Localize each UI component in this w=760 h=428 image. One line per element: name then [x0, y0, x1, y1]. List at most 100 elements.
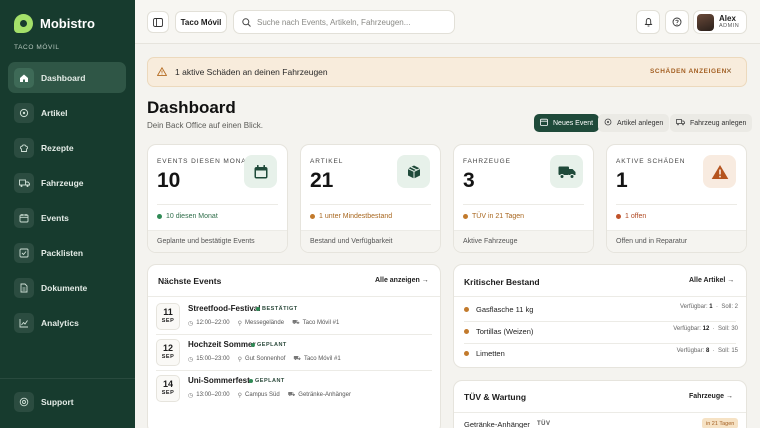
calendar-icon: [14, 207, 34, 228]
sidebar-item-support[interactable]: Support: [14, 392, 74, 412]
truck-icon: ⛟: [292, 320, 300, 326]
kpi-note: 1 unter Mindestbestand: [310, 213, 392, 220]
sidebar-toggle-button[interactable]: [147, 11, 169, 33]
stock-info: Verfügbar: 8 · Soll: 15: [676, 348, 738, 354]
event-location: Messegelände: [245, 320, 285, 326]
panel-title: Nächste Events: [158, 276, 222, 286]
kpi-value: 3: [463, 169, 475, 192]
status-dot: [251, 343, 255, 347]
event-name: Uni-Sommerfest: [188, 376, 250, 385]
event-row[interactable]: 14 SEP Uni-Sommerfest GEPLANT ◷ 13:00–20:…: [156, 375, 433, 405]
location-pin-icon: ⚲: [237, 392, 243, 399]
location-pin-icon: ⚲: [237, 356, 243, 363]
show-damages-link[interactable]: SCHÄDEN ANZEIGEN: [650, 68, 727, 75]
sidebar-item-label: Analytics: [41, 317, 79, 328]
add-vehicle-button[interactable]: Fahrzeug anlegen: [670, 114, 753, 132]
target-value: 30: [731, 326, 738, 332]
user-role: ADMIN: [719, 23, 740, 29]
status-badge: GEPLANT: [249, 378, 285, 384]
sidebar-item-dashboard[interactable]: Dashboard: [8, 62, 126, 93]
target-label: Soll:: [717, 348, 730, 354]
event-row[interactable]: 12 SEP Hochzeit Sommer GEPLANT ◷ 15:00–23…: [156, 339, 433, 369]
all-articles-link[interactable]: Alle Artikel →: [689, 277, 734, 284]
event-date: 12 SEP: [156, 339, 180, 366]
stock-row[interactable]: Gasflasche 11 kg Verfügbar: 1 · Soll: 2: [464, 302, 738, 316]
status-badge: GEPLANT: [251, 342, 287, 348]
stock-row[interactable]: Tortillas (Weizen) Verfügbar: 12 · Soll:…: [464, 324, 738, 338]
vehicles-link[interactable]: Fahrzeuge →: [689, 393, 733, 400]
document-icon: [14, 277, 34, 298]
clock-icon: ◷: [188, 320, 194, 327]
sidebar-item-label: Events: [41, 212, 69, 223]
upcoming-events-panel: Nächste Events Alle anzeigen → 11 SEP St…: [147, 264, 441, 428]
kpi-card-artikel[interactable]: ARTIKEL 21 1 unter Mindestbestand Bestan…: [300, 144, 441, 253]
kpi-note-text: 1 unter Mindestbestand: [319, 213, 393, 220]
event-date: 11 SEP: [156, 303, 180, 330]
event-row[interactable]: 11 SEP Streetfood-Festival BESTÄTIGT ◷ 12…: [156, 303, 433, 333]
kpi-label: ARTIKEL: [310, 158, 344, 165]
status-dot: [256, 307, 260, 311]
brand-logo-icon: [14, 14, 33, 33]
avail-label: Verfügbar:: [679, 304, 708, 310]
search-bar[interactable]: [233, 10, 455, 34]
row-divider: [156, 334, 432, 335]
help-icon: [672, 17, 682, 27]
sidebar-item-events[interactable]: Events: [8, 202, 126, 233]
user-menu[interactable]: Alex ADMIN: [693, 10, 747, 34]
target-value: 15: [731, 348, 738, 354]
arrow-right-icon: →: [725, 393, 733, 400]
status-dot: [249, 379, 253, 383]
event-location: Campus Süd: [245, 392, 280, 398]
stock-item-name: Limetten: [476, 348, 505, 358]
status-label: GEPLANT: [255, 378, 285, 384]
kpi-note-text: 10 diesen Monat: [166, 213, 218, 220]
row-divider: [156, 370, 432, 371]
row-divider: [464, 321, 736, 322]
sidebar-item-analytics[interactable]: Analytics: [8, 307, 126, 338]
new-event-button[interactable]: Neues Event: [534, 114, 600, 132]
target-value: 2: [734, 304, 738, 310]
calendar-icon: [540, 118, 548, 128]
status-dot: [464, 350, 469, 356]
clock-icon: ◷: [188, 392, 194, 399]
sidebar-item-packlisten[interactable]: Packlisten: [8, 237, 126, 268]
truck-icon: ⛟: [293, 356, 301, 362]
sidebar-item-artikel[interactable]: Artikel: [8, 97, 126, 128]
stock-row[interactable]: Limetten Verfügbar: 8 · Soll: 15: [464, 346, 738, 360]
event-time: 13:00–20:00: [196, 392, 230, 398]
panel-divider: [454, 296, 746, 297]
event-vehicle: Getränke-Anhänger: [298, 392, 351, 398]
tuv-vehicle-name[interactable]: Getränke-Anhänger: [464, 420, 530, 428]
event-name: Hochzeit Sommer: [188, 340, 256, 349]
calendar-icon: [244, 155, 277, 188]
status-label: BESTÄTIGT: [262, 306, 298, 312]
notifications-button[interactable]: [636, 10, 660, 34]
row-divider: [464, 343, 736, 344]
kpi-card-schaeden[interactable]: AKTIVE SCHÄDEN 1 1 offen Offen und in Re…: [606, 144, 747, 253]
brand[interactable]: Mobistro: [14, 14, 95, 33]
kpi-note: TÜV in 21 Tagen: [463, 213, 524, 220]
close-icon[interactable]: ×: [726, 66, 732, 77]
kpi-divider: [616, 204, 737, 205]
event-time: 15:00–23:00: [196, 356, 230, 362]
sidebar-item-label: Support: [41, 397, 74, 407]
tenant-switch-button[interactable]: Taco Móvil: [175, 11, 227, 33]
chef-hat-icon: [14, 137, 34, 158]
search-icon: [242, 17, 251, 27]
kpi-card-events[interactable]: EVENTS DIESEN MONAT 10 10 diesen Monat G…: [147, 144, 288, 253]
status-badge: BESTÄTIGT: [256, 306, 298, 312]
show-all-events-link[interactable]: Alle anzeigen →: [375, 277, 429, 284]
avail-value: 12: [702, 326, 710, 332]
link-label: Alle Artikel: [689, 277, 726, 284]
sidebar-item-dokumente[interactable]: Dokumente: [8, 272, 126, 303]
sidebar-item-rezepte[interactable]: Rezepte: [8, 132, 126, 163]
help-button[interactable]: [665, 10, 689, 34]
sidebar-item-fahrzeuge[interactable]: Fahrzeuge: [8, 167, 126, 198]
add-article-button[interactable]: Artikel anlegen: [598, 114, 670, 132]
kpi-card-fahrzeuge[interactable]: FAHRZEUGE 3 TÜV in 21 Tagen Aktive Fahrz…: [453, 144, 594, 253]
stock-info: Verfügbar: 1 · Soll: 2: [679, 304, 738, 310]
sidebar-toggle-icon: [153, 17, 163, 27]
sidebar-item-label: Rezepte: [41, 142, 74, 153]
search-input[interactable]: [257, 17, 447, 27]
kpi-label: FAHRZEUGE: [463, 158, 511, 165]
